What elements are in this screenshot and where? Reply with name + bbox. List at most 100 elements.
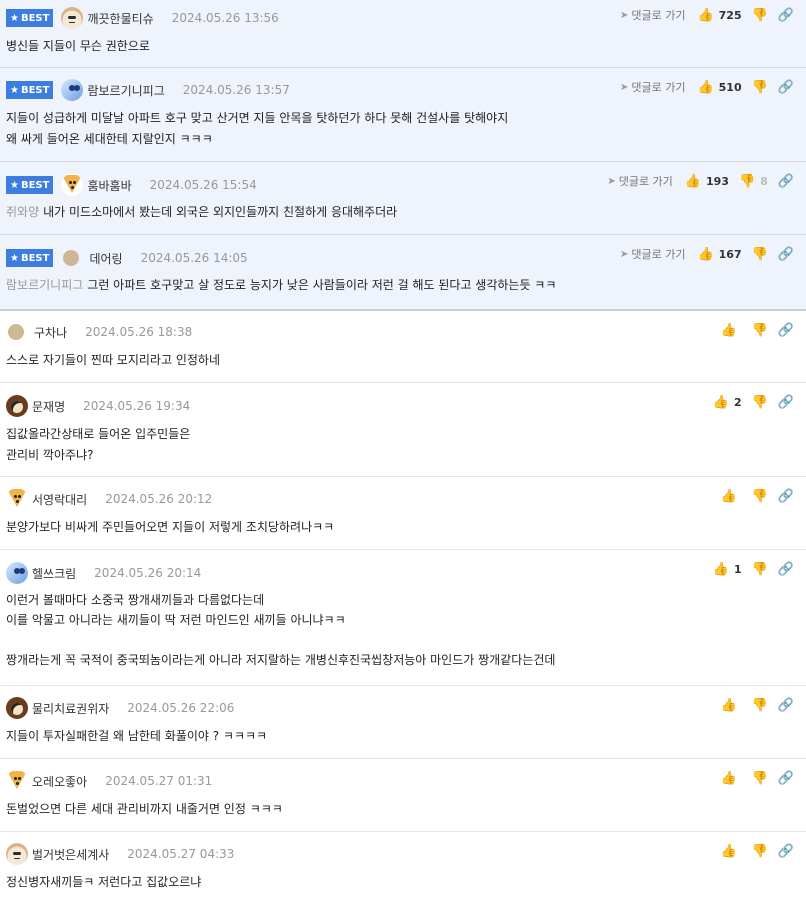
nickname[interactable]: 문재명 [32,398,65,415]
avatar[interactable] [63,250,80,266]
avatar[interactable] [6,562,28,584]
thumbs-down-icon: 👎 [751,79,768,95]
avatar[interactable] [6,488,28,510]
comment-date: 2024.05.26 22:06 [127,701,235,715]
upvote-button[interactable]: 👍 2 [713,395,742,410]
thumbs-down-icon: 👎 [751,7,768,23]
avatar[interactable] [61,79,84,101]
avatar[interactable] [6,843,28,865]
comment: 헬쓰크림 2024.05.26 20:14 👍 1 👎 🔗 이런거 볼때마다 소중… [0,550,806,686]
best-comment: ★ BEST 깨끗한물티슈 2024.05.26 13:56 ➤ 댓글로 가기 👍 7… [0,0,806,68]
mention[interactable]: 람보르기니피그 [6,278,83,292]
nickname[interactable]: 훔바훔바 [87,177,131,194]
comment-text: 병신들 지들이 무슨 권한으로 [6,39,150,53]
downvote-button[interactable]: 👎 [752,562,768,577]
nickname[interactable]: 람보르기니피그 [87,82,164,99]
upvote-button[interactable]: 👍 [720,698,741,713]
thumbs-down-icon: 👎 [751,322,768,338]
share-link-icon[interactable]: 🔗 [778,8,794,23]
comment-text: 스스로 자기들이 찐따 모지리라고 인정하네 [6,353,220,367]
comment-text: 쥐와양 내가 미드소마에서 봤는데 외국은 외지인들까지 친절하게 응대해주더라 [6,205,398,219]
share-link-icon[interactable]: 🔗 [778,247,794,262]
share-link-icon[interactable]: 🔗 [778,174,794,189]
downvote-button[interactable]: 👎 [752,771,768,786]
share-link-icon[interactable]: 🔗 [778,323,794,338]
thumbs-down-icon: 👎 [751,488,768,504]
avatar[interactable] [6,770,28,792]
thumbs-down-icon: 👎 [751,697,768,713]
avatar[interactable] [61,7,84,29]
downvote-button[interactable]: 👎 [752,698,768,713]
downvote-button[interactable]: 👎 [752,395,768,410]
share-link-icon[interactable]: 🔗 [778,844,794,859]
comment: 벌거벗은세계사 2024.05.27 04:33 👍 👎 🔗 정신병자새끼들ㅋ … [0,832,806,901]
nickname[interactable]: 물리치료권위자 [32,700,109,717]
nickname[interactable]: 벌거벗은세계사 [32,846,109,863]
thumbs-up-icon: 👍 [712,394,729,410]
upvote-button[interactable]: 👍 510 [697,80,741,95]
goto-comment-link[interactable]: ➤ 댓글로 가기 [620,246,686,262]
thumbs-up-icon: 👍 [720,488,737,504]
share-link-icon[interactable]: 🔗 [778,489,794,504]
thumbs-down-icon: 👎 [751,843,768,859]
downvote-button[interactable]: 👎 8 [739,174,768,189]
upvote-button[interactable]: 👍 [720,844,741,859]
downvote-button[interactable]: 👎 [752,323,768,338]
comment: 오레오좋아 2024.05.27 01:31 👍 👎 🔗 돈벌었으면 다른 세대… [0,759,806,832]
downvote-button[interactable]: 👎 [752,247,768,262]
comment-date: 2024.05.26 13:57 [182,83,290,97]
comment-text: 람보르기니피그 그런 아파트 호구맞고 살 정도로 능지가 낮은 사람들이라 저런… [6,278,557,292]
upvote-button[interactable]: 👍 167 [697,247,741,262]
upvote-button[interactable]: 👍 [720,489,741,504]
downvote-button[interactable]: 👎 [752,80,768,95]
best-comment: ★ BEST 데어링 2024.05.26 14:05 ➤ 댓글로 가기 👍 167 … [0,235,806,311]
upvote-button[interactable]: 👍 [720,323,741,338]
comment-date: 2024.05.27 01:31 [105,774,213,788]
comment: 물리치료권위자 2024.05.26 22:06 👍 👎 🔗 지들이 투자실패한… [0,686,806,759]
upvote-button[interactable]: 👍 725 [697,8,741,23]
nickname[interactable]: 데어링 [89,250,122,267]
nickname[interactable]: 깨끗한물티슈 [87,10,153,27]
downvote-button[interactable]: 👎 [752,489,768,504]
share-link-icon[interactable]: 🔗 [778,395,794,410]
nickname[interactable]: 구차나 [34,324,67,341]
mention[interactable]: 쥐와양 [6,205,39,219]
share-link-icon[interactable]: 🔗 [778,80,794,95]
upvote-button[interactable]: 👍 [720,771,741,786]
comment-text: 지들이 투자실패한걸 왜 남한테 화풀이야 ? ㅋㅋㅋㅋ [6,729,268,743]
goto-comment-link[interactable]: ➤ 댓글로 가기 [607,173,673,189]
goto-comment-link[interactable]: ➤ 댓글로 가기 [620,79,686,95]
goto-comment-link[interactable]: ➤ 댓글로 가기 [620,7,686,23]
thumbs-up-icon: 👍 [684,173,701,189]
best-badge: ★ BEST [6,9,54,27]
star-icon: ★ [10,84,19,96]
downvote-button[interactable]: 👎 [752,844,768,859]
thumbs-up-icon: 👍 [697,79,714,95]
share-link-icon[interactable]: 🔗 [778,698,794,713]
upvote-button[interactable]: 👍 193 [685,174,729,189]
avatar[interactable] [61,174,84,196]
thumbs-down-icon: 👎 [751,561,768,577]
upvote-button[interactable]: 👍 1 [713,562,742,577]
comment-date: 2024.05.26 20:12 [105,492,213,506]
nickname[interactable]: 오레오좋아 [32,773,87,790]
comment: 서영락대리 2024.05.26 20:12 👍 👎 🔗 분양가보다 비싸게 주… [0,477,806,550]
thumbs-down-icon: 👎 [751,246,768,262]
thumbs-up-icon: 👍 [720,322,737,338]
avatar[interactable] [6,697,28,719]
nickname[interactable]: 헬쓰크림 [32,565,76,582]
comment-text: 분양가보다 비싸게 주민들어오면 지들이 저렇게 조치당하려나ㅋㅋ [6,520,335,534]
comment-text: 지들이 성급하게 미달날 아파트 호구 맞고 산거면 지들 안목을 탓하던가 하… [6,111,509,146]
arrow-icon: ➤ [619,248,629,260]
avatar[interactable] [6,395,28,417]
comment-date: 2024.05.27 04:33 [127,847,235,861]
share-link-icon[interactable]: 🔗 [778,771,794,786]
thumbs-up-icon: 👍 [720,697,737,713]
star-icon: ★ [10,252,19,264]
downvote-button[interactable]: 👎 [752,8,768,23]
nickname[interactable]: 서영락대리 [32,491,87,508]
star-icon: ★ [10,179,19,191]
avatar[interactable] [8,324,24,340]
share-link-icon[interactable]: 🔗 [778,562,794,577]
comment-text: 돈벌었으면 다른 세대 관리비까지 내줄거면 인정 ㅋㅋㅋ [6,802,283,816]
